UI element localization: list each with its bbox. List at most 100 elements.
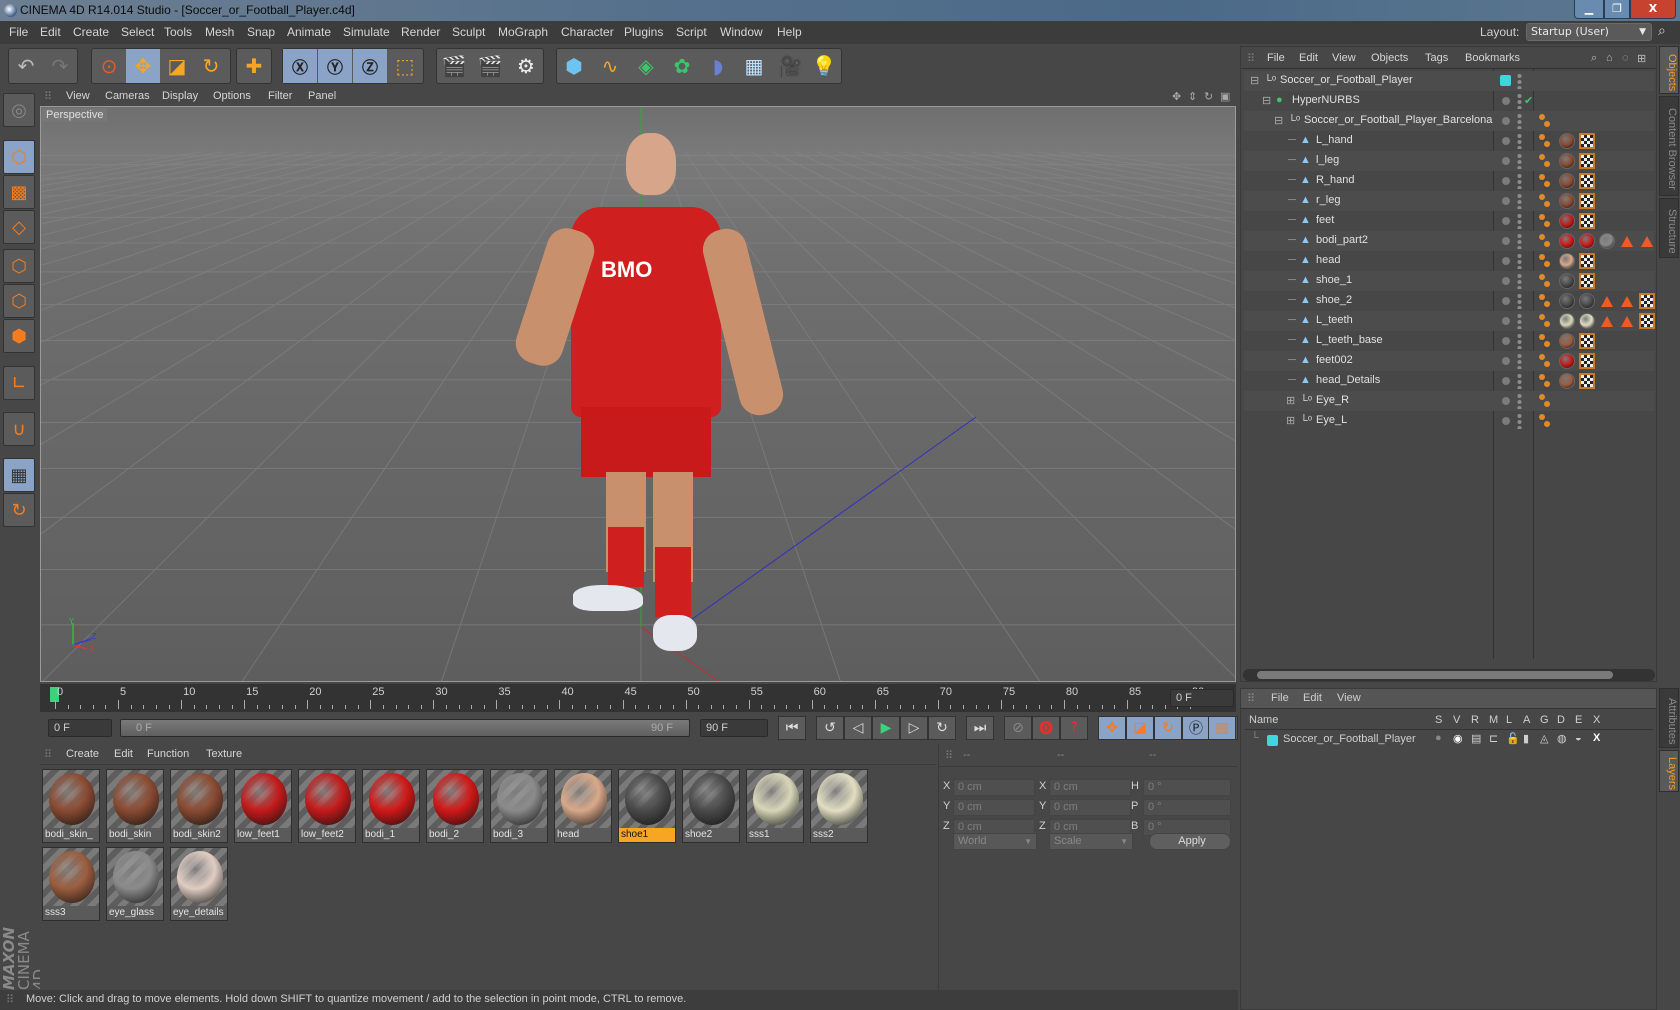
object-name[interactable]: feet002 xyxy=(1316,354,1353,366)
uvw-tag-icon[interactable] xyxy=(1579,133,1595,149)
phong-tag-icon[interactable] xyxy=(1539,414,1551,428)
search-icon[interactable]: ⌕ xyxy=(1591,52,1597,65)
object-row[interactable]: ─ ▲ feet xyxy=(1244,211,1654,231)
viewport-menu-panel[interactable]: Panel xyxy=(308,90,336,102)
object-row[interactable]: ─ ▲ l_leg xyxy=(1244,151,1654,171)
layer-column-header[interactable]: S xyxy=(1435,714,1442,726)
new-window-icon[interactable]: ⊞ xyxy=(1637,52,1646,65)
layer-dot[interactable] xyxy=(1502,177,1510,185)
phong-tag-icon[interactable] xyxy=(1539,114,1551,128)
coord-input[interactable]: 0 cm xyxy=(953,779,1035,796)
layer-dot[interactable] xyxy=(1502,117,1510,125)
material-swatch[interactable]: bodi_1 xyxy=(362,769,420,843)
material-tag-icon[interactable] xyxy=(1579,293,1595,309)
expand-icon[interactable]: ⊞ xyxy=(1286,394,1295,407)
material-tag-icon[interactable] xyxy=(1559,333,1575,349)
object-row[interactable]: ─ ▲ R_hand xyxy=(1244,171,1654,191)
collapse-icon[interactable]: ⊟ xyxy=(1274,114,1283,127)
render-picture-viewer-icon[interactable]: 🎬 xyxy=(473,49,507,83)
object-name[interactable]: R_hand xyxy=(1316,174,1355,186)
phong-tag-icon[interactable] xyxy=(1539,294,1551,308)
layer-column-header[interactable]: E xyxy=(1575,714,1582,726)
eye-icon[interactable]: ◌ xyxy=(1622,52,1629,64)
collapse-icon[interactable]: ⊟ xyxy=(1262,94,1271,107)
object-row[interactable]: ─ ▲ L_teeth_base xyxy=(1244,331,1654,351)
uvw-tag-icon[interactable] xyxy=(1639,313,1655,329)
phong-tag-icon[interactable] xyxy=(1539,254,1551,268)
points-mode-icon[interactable]: ⬡ xyxy=(3,249,35,283)
object-row[interactable]: ─ ▲ shoe_1 xyxy=(1244,271,1654,291)
layout-select[interactable]: Startup (User) ▼ xyxy=(1526,23,1652,41)
phong-tag-icon[interactable] xyxy=(1539,134,1551,148)
uvw-tag-icon[interactable] xyxy=(1579,173,1595,189)
material-swatch[interactable]: bodi_2 xyxy=(426,769,484,843)
model-mode-icon[interactable]: ⬡ xyxy=(3,140,35,174)
scale-key-button[interactable]: ◪ xyxy=(1126,716,1154,740)
make-editable-icon[interactable]: ◎ xyxy=(3,93,35,127)
objects-menu-view[interactable]: View xyxy=(1332,52,1356,64)
rotate-icon[interactable]: ↻ xyxy=(194,49,228,83)
object-row[interactable]: ⊞ └⁰ Eye_R xyxy=(1244,391,1654,411)
panel-grip-icon[interactable]: ⠿ xyxy=(44,748,52,761)
panel-grip-icon[interactable]: ⠿ xyxy=(1247,52,1255,65)
object-name[interactable]: l_leg xyxy=(1316,154,1339,166)
objects-menu-objects[interactable]: Objects xyxy=(1371,52,1408,64)
material-tag-icon[interactable] xyxy=(1559,133,1575,149)
layer-column-header[interactable]: A xyxy=(1523,714,1530,726)
manager-toggle[interactable]: ⊏ xyxy=(1489,732,1498,745)
render-toggle[interactable]: ▤ xyxy=(1471,732,1481,745)
end-frame-field[interactable]: 90 F xyxy=(700,719,768,737)
object-name[interactable]: L_hand xyxy=(1316,134,1353,146)
workplane-rotate-icon[interactable]: ↻ xyxy=(3,493,35,527)
viewport-menu-cameras[interactable]: Cameras xyxy=(105,90,150,102)
material-tag-icon[interactable] xyxy=(1559,253,1575,269)
uvw-tag-icon[interactable] xyxy=(1579,273,1595,289)
layer-color-swatch[interactable] xyxy=(1500,75,1511,86)
coord-input[interactable]: 0 cm xyxy=(1049,799,1131,816)
material-tag-icon[interactable] xyxy=(1559,373,1575,389)
phong-tag-icon[interactable] xyxy=(1539,214,1551,228)
menu-tools[interactable]: Tools xyxy=(164,25,192,39)
object-name[interactable]: r_leg xyxy=(1316,194,1340,206)
visibility-toggle[interactable] xyxy=(1517,233,1522,249)
y-axis-lock-icon[interactable]: Ⓨ xyxy=(318,49,352,83)
generators-toggle[interactable]: ◬ xyxy=(1540,732,1548,745)
material-tag-icon[interactable] xyxy=(1559,213,1575,229)
material-swatch[interactable]: shoe2 xyxy=(682,769,740,843)
visibility-toggle[interactable] xyxy=(1517,113,1522,129)
layer-row[interactable]: └ Soccer_or_Football_Player ● ◉ ▤ ⊏ 🔓 ▮ … xyxy=(1245,731,1653,749)
scale-icon[interactable]: ◪ xyxy=(160,49,194,83)
loop-button[interactable]: ↻ xyxy=(928,716,956,740)
layer-column-header[interactable]: V xyxy=(1453,714,1460,726)
object-name[interactable]: shoe_2 xyxy=(1316,294,1352,306)
viewport-menu-view[interactable]: View xyxy=(66,90,90,102)
material-swatch[interactable]: sss3 xyxy=(42,847,100,921)
menu-select[interactable]: Select xyxy=(121,25,154,39)
layer-column-header[interactable]: R xyxy=(1471,714,1479,726)
coord-mode-select[interactable]: World ▼ xyxy=(953,833,1037,850)
tab-attributes[interactable]: Attributes xyxy=(1659,688,1679,748)
visibility-toggle[interactable] xyxy=(1517,293,1522,309)
deformers-toggle[interactable]: ◍ xyxy=(1557,732,1567,745)
object-row[interactable]: ─ ▲ head xyxy=(1244,251,1654,271)
layer-column-header[interactable]: Name xyxy=(1249,714,1278,726)
object-row[interactable]: ─ ▲ head_Details xyxy=(1244,371,1654,391)
light-icon[interactable]: 💡 xyxy=(807,49,841,83)
menu-create[interactable]: Create xyxy=(73,25,109,39)
play-button[interactable]: ▶ xyxy=(872,716,900,740)
layer-dot[interactable] xyxy=(1502,417,1510,425)
layer-dot[interactable] xyxy=(1502,397,1510,405)
range-slider[interactable]: 0 F 90 F xyxy=(120,719,690,737)
phong-tag-icon[interactable] xyxy=(1539,234,1551,248)
tab-content-browser[interactable]: Content Browser xyxy=(1659,96,1679,196)
layer-dot[interactable] xyxy=(1502,137,1510,145)
array-icon[interactable]: ✿ xyxy=(665,49,699,83)
record-button[interactable]: ⓿ xyxy=(1032,716,1060,740)
phong-tag-icon[interactable] xyxy=(1539,354,1551,368)
material-tag-icon[interactable] xyxy=(1599,233,1615,249)
uvw-tag-icon[interactable] xyxy=(1579,373,1595,389)
layer-column-header[interactable]: X xyxy=(1593,714,1600,726)
object-row[interactable]: ─ ▲ feet002 xyxy=(1244,351,1654,371)
deformer-icon[interactable]: ◗ xyxy=(701,49,735,83)
material-swatch[interactable]: bodi_skin2 xyxy=(170,769,228,843)
